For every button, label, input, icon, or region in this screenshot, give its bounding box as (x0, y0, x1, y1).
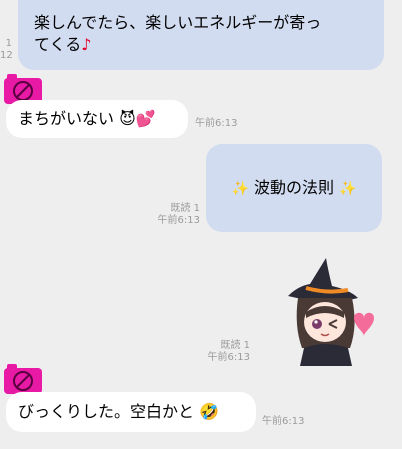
sparkle-wand-icon: ✨ (339, 181, 357, 197)
read-receipt: 既読 1 午前6:13 (207, 340, 250, 363)
camera-avatar-icon[interactable] (4, 362, 42, 394)
message-text-line1: 楽しんでたら、楽しいエネルギーが寄っ (34, 13, 322, 32)
read-receipt-partial: 1 12 (0, 38, 13, 61)
message-text: びっくりした。空白かと (18, 402, 195, 421)
witch-girl-sticker[interactable] (268, 256, 384, 366)
message-text: 波動の法則 (253, 178, 334, 197)
sparkle-wand-icon: ✨ (231, 181, 249, 197)
message-time: 午前6:13 (195, 118, 238, 129)
read-receipt: 既読 1 午前6:13 (157, 203, 200, 226)
message-text: まちがいない (18, 109, 115, 128)
message-bubble-3[interactable]: ✨ 波動の法則 ✨ (206, 144, 382, 232)
message-bubble-1[interactable]: 楽しんでたら、楽しいエネルギーが寄っ てくる♪ (18, 0, 384, 70)
message-bubble-5[interactable]: びっくりした。空白かと 🤣 (6, 392, 256, 432)
music-note-icon: ♪ (81, 35, 92, 54)
message-text-line2: てくる (34, 35, 82, 54)
devil-heart-emoji-icon: 😈💕 (119, 109, 156, 128)
message-bubble-2[interactable]: まちがいない 😈💕 (6, 100, 188, 138)
message-time: 午前6:13 (262, 416, 305, 427)
laughing-emoji-icon: 🤣 (199, 402, 220, 421)
